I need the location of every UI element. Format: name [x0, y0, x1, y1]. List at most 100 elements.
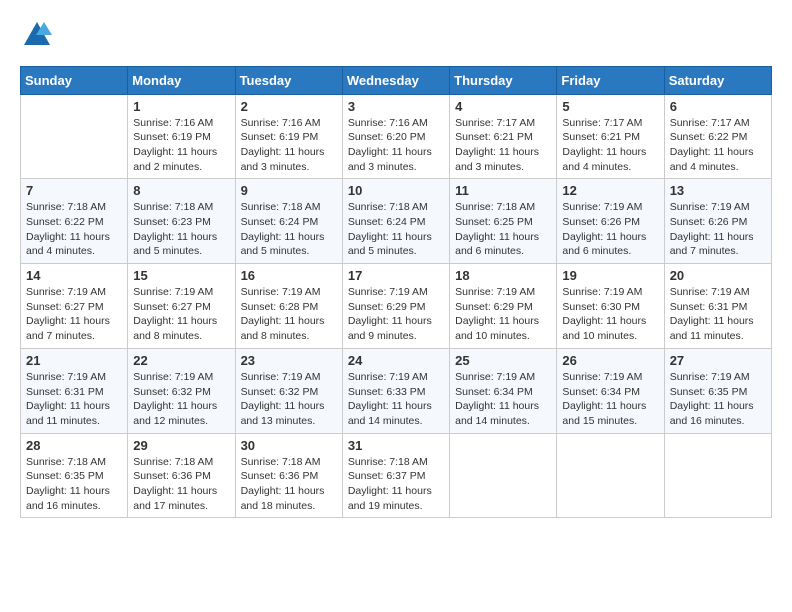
calendar-week-2: 7 Sunrise: 7:18 AM Sunset: 6:22 PM Daylig…: [21, 179, 772, 264]
calendar-cell: 26Sunrise: 7:19 AM Sunset: 6:34 PM Dayli…: [557, 348, 664, 433]
day-number: 9: [241, 183, 337, 198]
calendar-cell: 10Sunrise: 7:18 AM Sunset: 6:24 PM Dayli…: [342, 179, 449, 264]
logo: [20, 20, 52, 56]
day-number: 5: [562, 99, 658, 114]
weekday-header-monday: Monday: [128, 66, 235, 94]
day-number: 22: [133, 353, 229, 368]
calendar-cell: 20 Sunrise: 7:19 AM Sunset: 6:31 PM Dayli…: [664, 264, 771, 349]
day-info: Sunrise: 7:18 AM Sunset: 6:36 PM Dayligh…: [241, 455, 337, 514]
day-number: 14: [26, 268, 122, 283]
day-number: 24: [348, 353, 444, 368]
day-number: 4: [455, 99, 551, 114]
day-number: 16: [241, 268, 337, 283]
calendar-table: SundayMondayTuesdayWednesdayThursdayFrid…: [20, 66, 772, 519]
calendar-cell: 28 Sunrise: 7:18 AM Sunset: 6:35 PM Dayli…: [21, 433, 128, 518]
day-info: Sunrise: 7:18 AM Sunset: 6:25 PM Dayligh…: [455, 200, 551, 259]
calendar-cell: [21, 94, 128, 179]
calendar-cell: 3 Sunrise: 7:16 AM Sunset: 6:20 PM Daylig…: [342, 94, 449, 179]
day-info: Sunrise: 7:18 AM Sunset: 6:35 PM Dayligh…: [26, 455, 122, 514]
day-info: Sunrise: 7:16 AM Sunset: 6:19 PM Dayligh…: [241, 116, 337, 175]
day-info: Sunrise: 7:19 AM Sunset: 6:28 PM Dayligh…: [241, 285, 337, 344]
day-info: Sunrise: 7:19 AM Sunset: 6:34 PM Dayligh…: [455, 370, 551, 429]
calendar-cell: 31 Sunrise: 7:18 AM Sunset: 6:37 PM Dayli…: [342, 433, 449, 518]
day-info: Sunrise: 7:17 AM Sunset: 6:21 PM Dayligh…: [562, 116, 658, 175]
calendar-cell: 14Sunrise: 7:19 AM Sunset: 6:27 PM Dayli…: [21, 264, 128, 349]
day-info: Sunrise: 7:18 AM Sunset: 6:24 PM Dayligh…: [348, 200, 444, 259]
calendar-cell: 1Sunrise: 7:16 AM Sunset: 6:19 PM Daylig…: [128, 94, 235, 179]
calendar-cell: 6 Sunrise: 7:17 AM Sunset: 6:22 PM Daylig…: [664, 94, 771, 179]
day-number: 12: [562, 183, 658, 198]
calendar-cell: [557, 433, 664, 518]
day-info: Sunrise: 7:17 AM Sunset: 6:22 PM Dayligh…: [670, 116, 766, 175]
day-number: 31: [348, 438, 444, 453]
day-info: Sunrise: 7:18 AM Sunset: 6:37 PM Dayligh…: [348, 455, 444, 514]
day-number: 17: [348, 268, 444, 283]
calendar-cell: 15 Sunrise: 7:19 AM Sunset: 6:27 PM Dayli…: [128, 264, 235, 349]
day-info: Sunrise: 7:18 AM Sunset: 6:24 PM Dayligh…: [241, 200, 337, 259]
day-number: 27: [670, 353, 766, 368]
calendar-cell: 16 Sunrise: 7:19 AM Sunset: 6:28 PM Dayli…: [235, 264, 342, 349]
day-info: Sunrise: 7:19 AM Sunset: 6:30 PM Dayligh…: [562, 285, 658, 344]
calendar-week-4: 21 Sunrise: 7:19 AM Sunset: 6:31 PM Dayli…: [21, 348, 772, 433]
calendar-cell: 27Sunrise: 7:19 AM Sunset: 6:35 PM Dayli…: [664, 348, 771, 433]
day-info: Sunrise: 7:19 AM Sunset: 6:33 PM Dayligh…: [348, 370, 444, 429]
day-info: Sunrise: 7:16 AM Sunset: 6:20 PM Dayligh…: [348, 116, 444, 175]
calendar-cell: 17 Sunrise: 7:19 AM Sunset: 6:29 PM Dayli…: [342, 264, 449, 349]
calendar-cell: 24 Sunrise: 7:19 AM Sunset: 6:33 PM Dayli…: [342, 348, 449, 433]
calendar-cell: 18 Sunrise: 7:19 AM Sunset: 6:29 PM Dayli…: [450, 264, 557, 349]
day-number: 25: [455, 353, 551, 368]
day-number: 30: [241, 438, 337, 453]
calendar-cell: 25 Sunrise: 7:19 AM Sunset: 6:34 PM Dayli…: [450, 348, 557, 433]
day-info: Sunrise: 7:19 AM Sunset: 6:31 PM Dayligh…: [26, 370, 122, 429]
day-number: 2: [241, 99, 337, 114]
calendar-week-1: 1 Sunrise: 7:16 AM Sunset: 6:19 PM Daylig…: [21, 94, 772, 179]
day-number: 3: [348, 99, 444, 114]
day-info: Sunrise: 7:19 AM Sunset: 6:26 PM Dayligh…: [562, 200, 658, 259]
weekday-header-saturday: Saturday: [664, 66, 771, 94]
day-number: 29: [133, 438, 229, 453]
day-info: Sunrise: 7:19 AM Sunset: 6:27 PM Dayligh…: [133, 285, 229, 344]
calendar-cell: 12 Sunrise: 7:19 AM Sunset: 6:26 PM Dayli…: [557, 179, 664, 264]
day-number: 11: [455, 183, 551, 198]
day-info: Sunrise: 7:19 AM Sunset: 6:29 PM Dayligh…: [455, 285, 551, 344]
day-number: 13: [670, 183, 766, 198]
calendar-cell: 5 Sunrise: 7:17 AM Sunset: 6:21 PM Daylig…: [557, 94, 664, 179]
day-number: 19: [562, 268, 658, 283]
page-header: [20, 20, 772, 56]
day-number: 7: [26, 183, 122, 198]
calendar-cell: [450, 433, 557, 518]
day-number: 1: [133, 99, 229, 114]
day-info: Sunrise: 7:19 AM Sunset: 6:31 PM Dayligh…: [670, 285, 766, 344]
day-info: Sunrise: 7:19 AM Sunset: 6:32 PM Dayligh…: [133, 370, 229, 429]
day-number: 28: [26, 438, 122, 453]
calendar-cell: 7 Sunrise: 7:18 AM Sunset: 6:22 PM Daylig…: [21, 179, 128, 264]
day-info: Sunrise: 7:19 AM Sunset: 6:26 PM Dayligh…: [670, 200, 766, 259]
day-number: 18: [455, 268, 551, 283]
day-info: Sunrise: 7:17 AM Sunset: 6:21 PM Dayligh…: [455, 116, 551, 175]
weekday-header-wednesday: Wednesday: [342, 66, 449, 94]
calendar-cell: 8Sunrise: 7:18 AM Sunset: 6:23 PM Daylig…: [128, 179, 235, 264]
day-number: 21: [26, 353, 122, 368]
day-number: 20: [670, 268, 766, 283]
calendar-cell: 4 Sunrise: 7:17 AM Sunset: 6:21 PM Daylig…: [450, 94, 557, 179]
calendar-cell: 30 Sunrise: 7:18 AM Sunset: 6:36 PM Dayli…: [235, 433, 342, 518]
calendar-cell: 2 Sunrise: 7:16 AM Sunset: 6:19 PM Daylig…: [235, 94, 342, 179]
calendar-week-5: 28 Sunrise: 7:18 AM Sunset: 6:35 PM Dayli…: [21, 433, 772, 518]
day-info: Sunrise: 7:18 AM Sunset: 6:23 PM Dayligh…: [133, 200, 229, 259]
day-info: Sunrise: 7:18 AM Sunset: 6:36 PM Dayligh…: [133, 455, 229, 514]
day-number: 15: [133, 268, 229, 283]
calendar-cell: 21 Sunrise: 7:19 AM Sunset: 6:31 PM Dayli…: [21, 348, 128, 433]
calendar-cell: 29 Sunrise: 7:18 AM Sunset: 6:36 PM Dayli…: [128, 433, 235, 518]
day-number: 26: [562, 353, 658, 368]
day-number: 6: [670, 99, 766, 114]
calendar-cell: 23 Sunrise: 7:19 AM Sunset: 6:32 PM Dayli…: [235, 348, 342, 433]
calendar-cell: 13 Sunrise: 7:19 AM Sunset: 6:26 PM Dayli…: [664, 179, 771, 264]
day-info: Sunrise: 7:18 AM Sunset: 6:22 PM Dayligh…: [26, 200, 122, 259]
day-info: Sunrise: 7:19 AM Sunset: 6:32 PM Dayligh…: [241, 370, 337, 429]
day-number: 23: [241, 353, 337, 368]
weekday-header-thursday: Thursday: [450, 66, 557, 94]
day-info: Sunrise: 7:19 AM Sunset: 6:29 PM Dayligh…: [348, 285, 444, 344]
weekday-header-row: SundayMondayTuesdayWednesdayThursdayFrid…: [21, 66, 772, 94]
calendar-cell: 22 Sunrise: 7:19 AM Sunset: 6:32 PM Dayli…: [128, 348, 235, 433]
calendar-cell: 9 Sunrise: 7:18 AM Sunset: 6:24 PM Daylig…: [235, 179, 342, 264]
